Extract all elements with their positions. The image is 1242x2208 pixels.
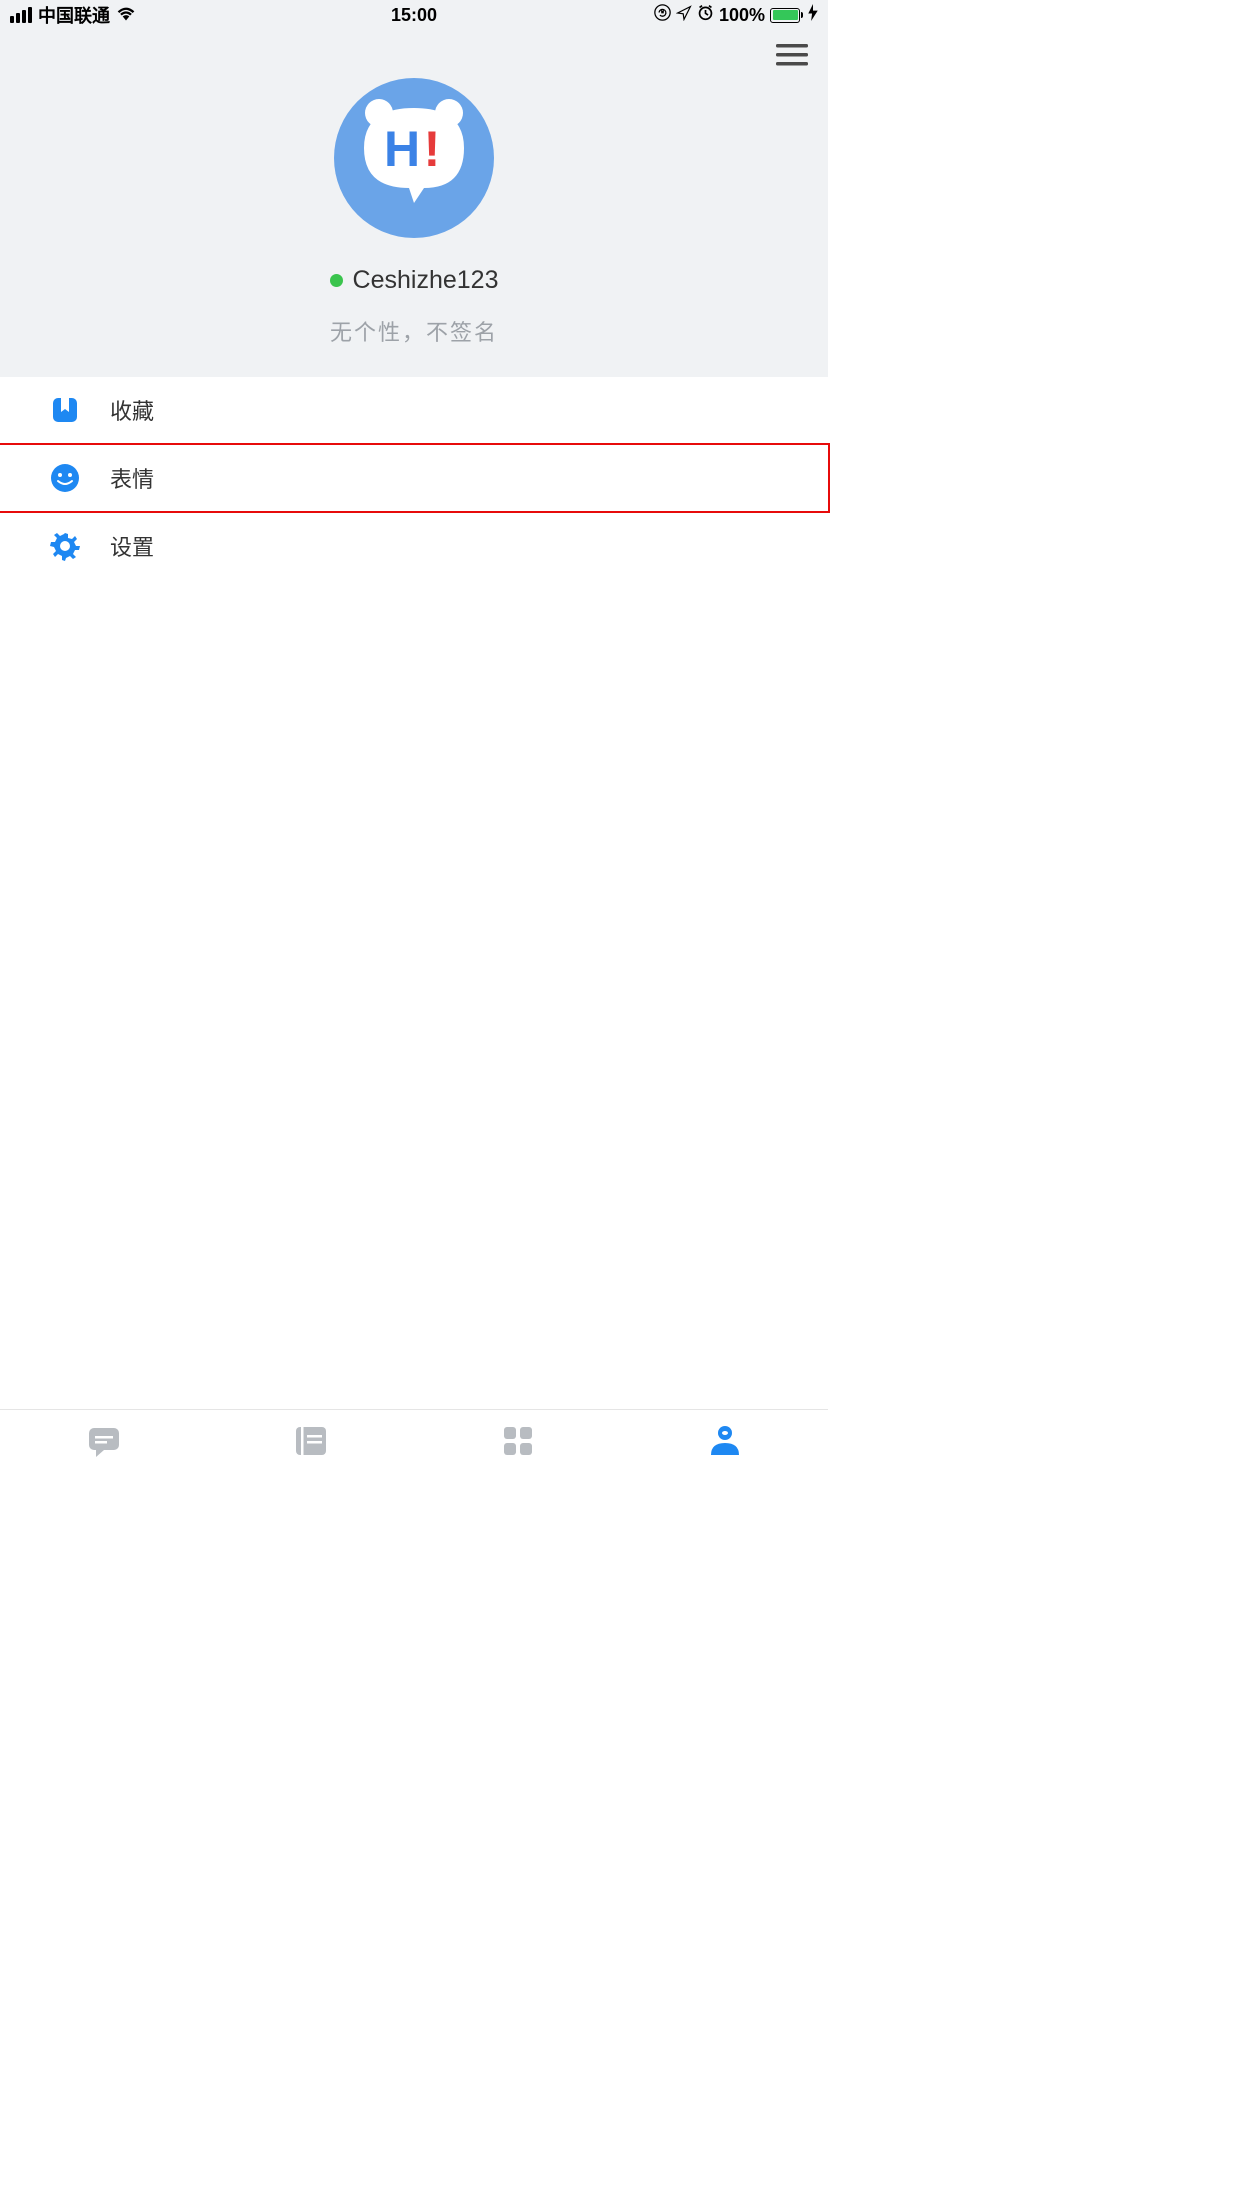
- menu-item-stickers[interactable]: 表情: [0, 443, 830, 513]
- tab-feed[interactable]: [207, 1410, 414, 1472]
- menu-item-favorites[interactable]: 收藏: [0, 377, 828, 443]
- profile-icon: [707, 1423, 743, 1459]
- alarm-icon: [697, 4, 714, 26]
- tab-bar: [0, 1409, 828, 1472]
- wifi-icon: [116, 5, 136, 26]
- bookmark-icon: [50, 395, 80, 425]
- signal-icon: [10, 7, 32, 23]
- avatar[interactable]: H !: [334, 78, 494, 238]
- location-icon: [676, 5, 692, 26]
- smiley-icon: [50, 463, 80, 493]
- menu-item-settings[interactable]: 设置: [0, 513, 828, 579]
- menu-label: 表情: [110, 462, 154, 494]
- hamburger-menu-button[interactable]: [0, 30, 828, 73]
- status-time: 15:00: [391, 5, 437, 26]
- svg-text:!: !: [424, 121, 441, 177]
- battery-icon: [770, 8, 803, 23]
- status-right: 100%: [654, 4, 818, 26]
- tab-grid[interactable]: [414, 1410, 621, 1472]
- hamburger-icon: [776, 42, 808, 68]
- online-status-dot: [330, 274, 343, 287]
- username-label: Ceshizhe123: [353, 266, 499, 295]
- gear-icon: [50, 531, 80, 561]
- menu-list: 收藏 表情 设置: [0, 377, 828, 579]
- username-row[interactable]: Ceshizhe123: [330, 266, 499, 295]
- menu-label: 设置: [110, 530, 154, 562]
- lock-rotation-icon: [654, 4, 671, 26]
- feed-icon: [293, 1423, 329, 1459]
- charging-icon: [808, 4, 818, 26]
- battery-percent: 100%: [719, 5, 765, 26]
- grid-icon: [500, 1423, 536, 1459]
- tab-profile[interactable]: [621, 1410, 828, 1472]
- profile-header: H ! Ceshizhe123 无个性，不签名: [0, 30, 828, 377]
- avatar-hi-icon: H !: [349, 93, 479, 223]
- chat-icon: [86, 1423, 122, 1459]
- carrier-label: 中国联通: [38, 2, 110, 28]
- menu-label: 收藏: [110, 394, 154, 426]
- signature-label[interactable]: 无个性，不签名: [330, 315, 498, 347]
- status-left: 中国联通: [10, 2, 136, 28]
- tab-chat[interactable]: [0, 1410, 207, 1472]
- svg-text:H: H: [384, 121, 420, 177]
- status-bar: 中国联通 15:00 100%: [0, 0, 828, 30]
